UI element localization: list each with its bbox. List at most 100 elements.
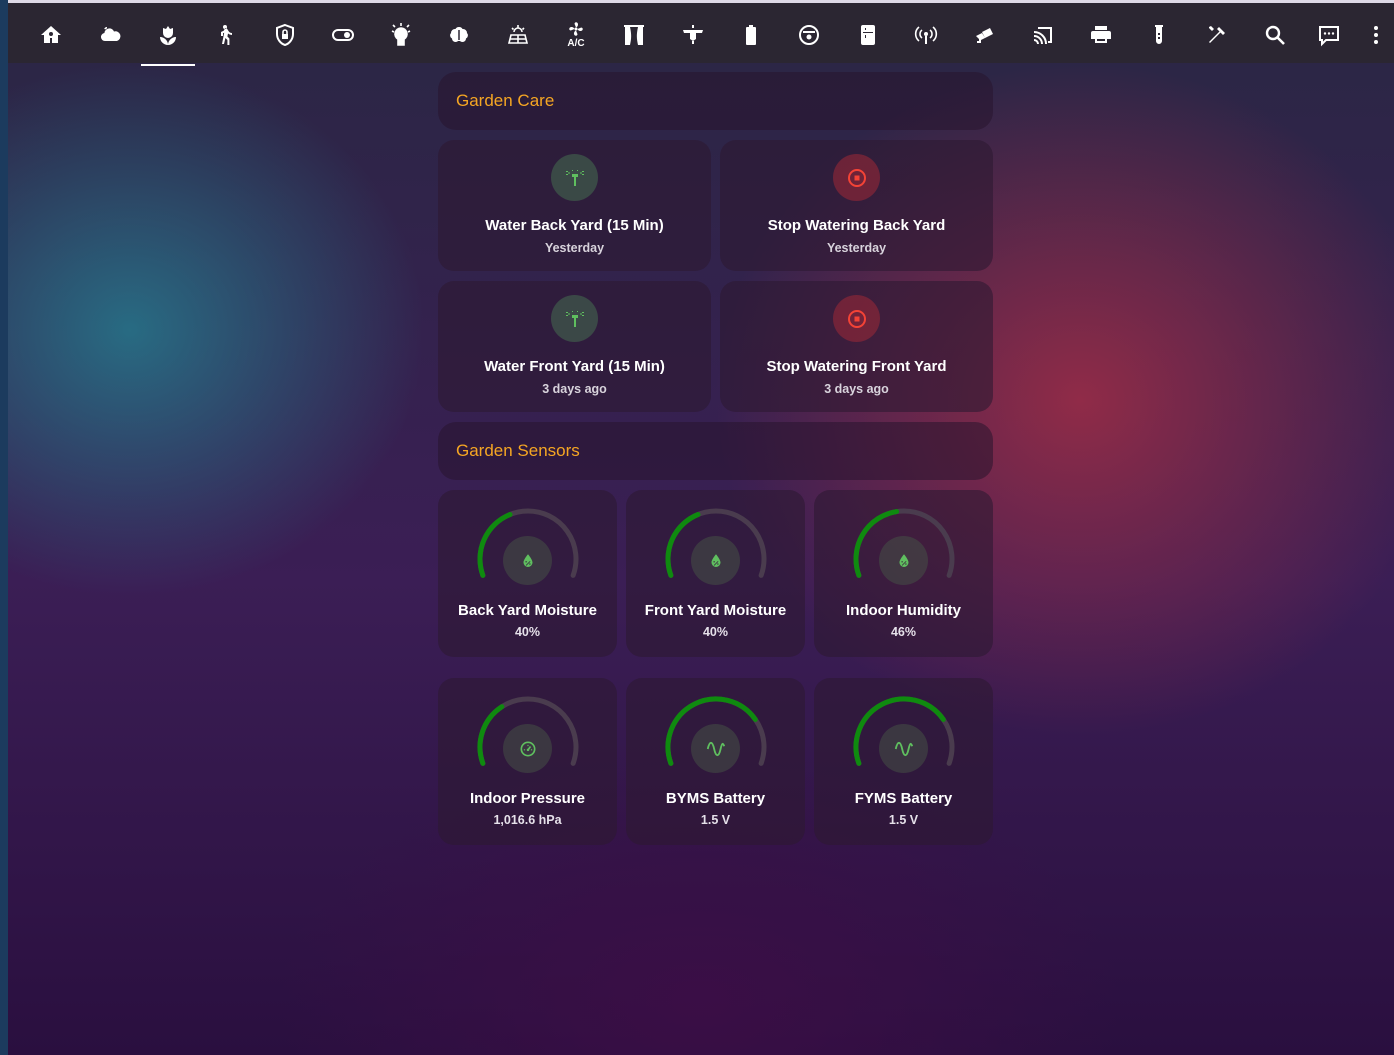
tab-solar[interactable] bbox=[491, 6, 545, 63]
button-name: Stop Watering Front Yard bbox=[766, 358, 947, 375]
gauge-fill bbox=[477, 704, 505, 766]
garden-care-header: Garden Care bbox=[438, 72, 993, 130]
tab-ac[interactable]: A/C bbox=[549, 6, 603, 63]
sprinkler-icon-circle bbox=[551, 295, 598, 342]
tools-icon bbox=[1209, 25, 1225, 43]
button-name: Water Back Yard (15 Min) bbox=[485, 217, 664, 234]
tab-motion[interactable] bbox=[199, 6, 253, 63]
gauge-value: 1.5 V bbox=[888, 813, 919, 827]
more-menu-button[interactable] bbox=[1358, 6, 1394, 63]
ceiling-fan-icon bbox=[683, 24, 703, 44]
printer-icon bbox=[1091, 25, 1111, 43]
button-last-triggered: 3 days ago bbox=[542, 382, 607, 396]
fridge-icon bbox=[861, 24, 875, 45]
tab-appliances[interactable] bbox=[841, 6, 895, 63]
stop-icon-circle bbox=[833, 154, 880, 201]
assist-button[interactable] bbox=[1302, 6, 1356, 63]
gauge-name: BYMS Battery bbox=[665, 790, 766, 807]
tab-lab[interactable] bbox=[1132, 6, 1186, 63]
shield-lock-icon bbox=[276, 23, 294, 46]
button-name: Water Front Yard (15 Min) bbox=[484, 358, 665, 375]
tab-security[interactable] bbox=[258, 6, 312, 63]
sine-wave-icon bbox=[691, 724, 740, 773]
garden-care-title: Garden Care bbox=[456, 91, 555, 110]
curtains-icon bbox=[624, 24, 644, 45]
tab-brain[interactable] bbox=[432, 6, 486, 63]
tab-weather[interactable] bbox=[83, 6, 137, 63]
water-back-yard-button[interactable]: Water Back Yard (15 Min) Yesterday bbox=[438, 140, 711, 271]
tab-vacuum[interactable] bbox=[782, 6, 836, 63]
tab-lights[interactable] bbox=[374, 6, 428, 63]
fyms-battery-gauge[interactable]: FYMS Battery 1.5 V bbox=[814, 678, 993, 845]
tab-cameras[interactable] bbox=[957, 6, 1011, 63]
tab-curtains[interactable] bbox=[607, 6, 661, 63]
water-percent-icon bbox=[691, 536, 740, 585]
tab-home[interactable] bbox=[24, 6, 78, 63]
cctv-camera-icon bbox=[976, 27, 993, 43]
front-yard-moisture-gauge[interactable]: Front Yard Moisture 40% bbox=[626, 490, 805, 657]
button-last-triggered: 3 days ago bbox=[824, 382, 889, 396]
button-last-triggered: Yesterday bbox=[544, 241, 605, 255]
stop-circle-icon bbox=[847, 309, 866, 328]
access-point-icon bbox=[914, 25, 938, 44]
gauge-icon bbox=[503, 724, 552, 773]
water-percent-icon bbox=[503, 536, 552, 585]
battery-icon bbox=[746, 24, 756, 45]
gauge-value: 40% bbox=[514, 625, 541, 639]
top-toolbar: A/C bbox=[8, 0, 1394, 66]
tab-network[interactable] bbox=[899, 6, 953, 63]
button-last-triggered: Yesterday bbox=[826, 241, 887, 255]
sprinkler-icon bbox=[565, 169, 584, 186]
tab-fans[interactable] bbox=[666, 6, 720, 63]
ac-label: A/C bbox=[567, 38, 585, 49]
more-vertical-icon bbox=[1374, 25, 1378, 44]
indoor-pressure-gauge[interactable]: Indoor Pressure 1,016.6 hPa bbox=[438, 678, 617, 845]
garden-sensors-title: Garden Sensors bbox=[456, 441, 580, 460]
stop-circle-icon bbox=[847, 168, 866, 187]
flower-icon bbox=[160, 25, 176, 45]
gauge-value: 1,016.6 hPa bbox=[493, 813, 562, 827]
garden-sensors-header: Garden Sensors bbox=[438, 422, 993, 480]
stop-icon-circle bbox=[833, 295, 880, 342]
gauge-value: 46% bbox=[890, 625, 917, 639]
tab-tools[interactable] bbox=[1190, 6, 1244, 63]
indoor-humidity-gauge[interactable]: Indoor Humidity 46% bbox=[814, 490, 993, 657]
tab-switches[interactable] bbox=[316, 6, 370, 63]
tab-battery[interactable] bbox=[724, 6, 778, 63]
weather-cloud-icon bbox=[100, 26, 121, 41]
stop-watering-front-yard-button[interactable]: Stop Watering Front Yard 3 days ago bbox=[720, 281, 993, 412]
brain-icon bbox=[450, 26, 468, 42]
sprinkler-icon bbox=[565, 310, 584, 327]
tab-printer[interactable] bbox=[1074, 6, 1128, 63]
gauge-name: Front Yard Moisture bbox=[644, 602, 787, 619]
search-button[interactable] bbox=[1248, 6, 1302, 63]
motion-walk-icon bbox=[221, 24, 233, 45]
water-front-yard-button[interactable]: Water Front Yard (15 Min) 3 days ago bbox=[438, 281, 711, 412]
left-edge-strip bbox=[0, 0, 8, 1055]
gauge-name: Indoor Humidity bbox=[846, 602, 961, 619]
gauge-name: Back Yard Moisture bbox=[458, 602, 597, 619]
back-yard-moisture-gauge[interactable]: Back Yard Moisture 40% bbox=[438, 490, 617, 657]
solar-power-icon bbox=[507, 24, 529, 44]
byms-battery-gauge[interactable]: BYMS Battery 1.5 V bbox=[626, 678, 805, 845]
robot-vacuum-icon bbox=[799, 24, 819, 45]
assist-chat-icon bbox=[1319, 25, 1339, 46]
sprinkler-icon-circle bbox=[551, 154, 598, 201]
stop-watering-back-yard-button[interactable]: Stop Watering Back Yard Yesterday bbox=[720, 140, 993, 271]
cast-icon bbox=[1033, 26, 1052, 44]
sine-wave-icon bbox=[879, 724, 928, 773]
tab-garden[interactable] bbox=[141, 6, 195, 66]
gauge-value: 40% bbox=[702, 625, 729, 639]
tab-cast[interactable] bbox=[1016, 6, 1070, 63]
test-tube-icon bbox=[1155, 24, 1163, 44]
fan-ac-icon bbox=[569, 22, 583, 36]
gauge-value: 1.5 V bbox=[700, 813, 731, 827]
search-icon bbox=[1265, 25, 1285, 45]
gauge-name: FYMS Battery bbox=[854, 790, 953, 807]
home-automation-icon bbox=[41, 25, 61, 43]
button-name: Stop Watering Back Yard bbox=[767, 217, 946, 234]
toggle-switch-icon bbox=[332, 28, 354, 41]
lightbulb-icon bbox=[391, 22, 411, 46]
gauge-name: Indoor Pressure bbox=[469, 790, 586, 807]
water-percent-icon bbox=[879, 536, 928, 585]
